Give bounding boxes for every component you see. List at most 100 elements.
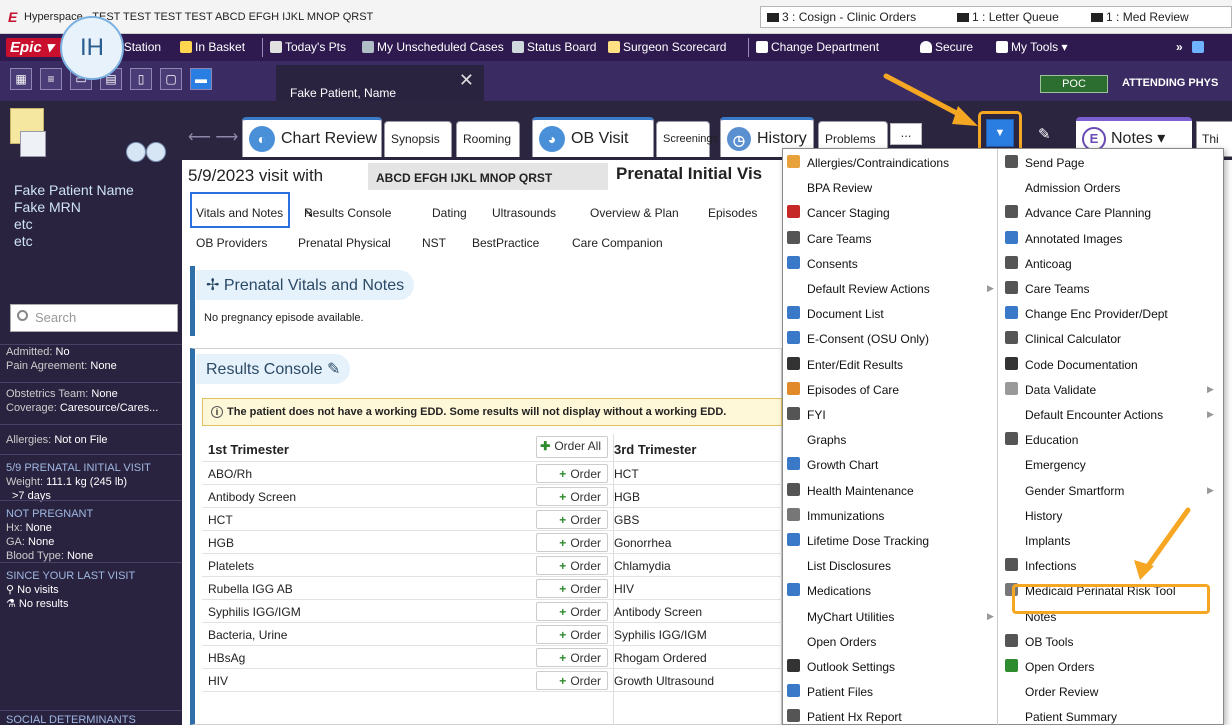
- nav-care-companion[interactable]: Care Companion: [572, 236, 663, 250]
- menu-item-default-review-actions[interactable]: Default Review Actions ▶: [787, 279, 994, 301]
- menu-item-education[interactable]: Education: [1005, 430, 1217, 452]
- inbox-letter-queue[interactable]: 1 : Letter Queue: [957, 10, 1059, 24]
- order-button[interactable]: + Order: [536, 533, 608, 552]
- nav-dating[interactable]: Dating: [432, 206, 467, 220]
- inbox-med-review[interactable]: 1 : Med Review: [1091, 10, 1189, 24]
- menu-item-fyi[interactable]: FYI: [787, 405, 993, 427]
- menu-item-patient-hx-report[interactable]: Patient Hx Report: [787, 707, 993, 725]
- menu-item-enter-edit-results[interactable]: Enter/Edit Results: [787, 355, 993, 377]
- order-all-button[interactable]: ✚ Order All: [536, 436, 608, 458]
- epic-menu-button[interactable]: Epic ▾: [6, 38, 64, 57]
- menu-item-anticoag[interactable]: Anticoag: [1005, 254, 1217, 276]
- tab-ob-visit[interactable]: ◕ OB Visit: [532, 117, 654, 157]
- tab-rooming[interactable]: Rooming: [456, 121, 520, 157]
- menu-item-cancer-staging[interactable]: Cancer Staging: [787, 203, 993, 225]
- allergies-info[interactable]: Allergies: Not on File: [0, 424, 182, 447]
- menu-item-care-teams[interactable]: Care Teams: [1005, 279, 1217, 301]
- nav-ob-providers[interactable]: OB Providers: [196, 236, 267, 250]
- menu-item-data-validate[interactable]: Data Validate ▶: [1005, 380, 1217, 402]
- more-activities-dropdown-button[interactable]: ▼: [986, 119, 1014, 147]
- toolbar-surgeon-scorecard[interactable]: Surgeon Scorecard: [608, 40, 726, 54]
- menu-item-episodes-of-care[interactable]: Episodes of Care: [787, 380, 993, 402]
- toolbar-in-basket[interactable]: In Basket: [180, 40, 245, 54]
- nav-overview-plan[interactable]: Overview & Plan: [590, 206, 679, 220]
- menu-item-open-orders[interactable]: Open Orders: [787, 632, 993, 654]
- nav-vitals-and-notes[interactable]: Vitals and Notes: [196, 206, 283, 220]
- pencil-icon[interactable]: ✎: [327, 361, 340, 378]
- order-button[interactable]: + Order: [536, 671, 608, 690]
- order-button[interactable]: + Order: [536, 487, 608, 506]
- menu-item-admission-orders[interactable]: Admission Orders: [1005, 178, 1217, 200]
- menu-item-immunizations[interactable]: Immunizations: [787, 506, 993, 528]
- chat-icon[interactable]: ▢: [160, 68, 182, 90]
- order-button[interactable]: + Order: [536, 556, 608, 575]
- order-button[interactable]: + Order: [536, 648, 608, 667]
- nav-bestpractice[interactable]: BestPractice: [472, 236, 539, 250]
- menu-item-care-teams[interactable]: Care Teams: [787, 229, 993, 251]
- menu-item-medications[interactable]: Medications: [787, 581, 993, 603]
- wrench-icon[interactable]: ✎: [1038, 125, 1051, 143]
- calendar-icon[interactable]: ▦: [10, 68, 32, 90]
- menu-item-infections[interactable]: Infections: [1005, 556, 1217, 578]
- menu-item-advance-care-planning[interactable]: Advance Care Planning: [1005, 203, 1217, 225]
- menu-item-implants[interactable]: Implants: [1005, 531, 1217, 553]
- order-button[interactable]: + Order: [536, 579, 608, 598]
- menu-item-health-maintenance[interactable]: Health Maintenance: [787, 481, 993, 503]
- menu-item-document-list[interactable]: Document List: [787, 304, 993, 326]
- toolbar-todays-pts[interactable]: Today's Pts: [270, 40, 346, 54]
- sidebar-search-input[interactable]: Search: [10, 304, 178, 332]
- edit-photo-icon[interactable]: [126, 142, 146, 162]
- tab-synopsis[interactable]: Synopsis: [384, 121, 452, 157]
- order-button[interactable]: + Order: [536, 625, 608, 644]
- menu-item-open-orders[interactable]: Open Orders: [1005, 657, 1217, 679]
- toolbar-download-icon[interactable]: [1192, 40, 1207, 54]
- menu-item-send-page[interactable]: Send Page: [1005, 153, 1217, 175]
- toolbar-change-department[interactable]: Change Department: [756, 40, 879, 54]
- nav-nst[interactable]: NST: [422, 236, 446, 250]
- menu-item-order-review[interactable]: Order Review: [1005, 682, 1217, 704]
- menu-item-e-consent-osu-only[interactable]: E-Consent (OSU Only): [787, 329, 993, 351]
- nav-ultrasounds[interactable]: Ultrasounds: [492, 206, 556, 220]
- menu-item-consents[interactable]: Consents: [787, 254, 993, 276]
- toolbar-my-tools[interactable]: My Tools ▾: [996, 40, 1068, 54]
- patient-workspace-tab[interactable]: Fake Patient, Name ✕: [276, 65, 484, 101]
- menu-item-history[interactable]: History: [1005, 506, 1217, 528]
- order-button[interactable]: + Order: [536, 510, 608, 529]
- history-nav-arrows[interactable]: ⟵ ⟶: [188, 127, 238, 147]
- menu-item-allergies-contraindications[interactable]: Allergies/Contraindications: [787, 153, 993, 175]
- toolbar-status-board[interactable]: Status Board: [512, 40, 596, 54]
- menu-item-annotated-images[interactable]: Annotated Images: [1005, 229, 1217, 251]
- menu-item-lifetime-dose-tracking[interactable]: Lifetime Dose Tracking: [787, 531, 993, 553]
- nav-episodes[interactable]: Episodes: [708, 206, 757, 220]
- menu-item-clinical-calculator[interactable]: Clinical Calculator: [1005, 329, 1217, 351]
- avatar[interactable]: IH: [60, 16, 124, 80]
- close-icon[interactable]: ✕: [459, 70, 474, 91]
- list-icon[interactable]: ≡: [40, 68, 62, 90]
- order-button[interactable]: + Order: [536, 602, 608, 621]
- menu-item-list-disclosures[interactable]: List Disclosures: [787, 556, 993, 578]
- toolbar-secure[interactable]: Secure: [920, 40, 973, 54]
- social-determinants[interactable]: SOCIAL DETERMINANTS: [0, 710, 182, 725]
- menu-item-growth-chart[interactable]: Growth Chart: [787, 455, 993, 477]
- menu-item-patient-files[interactable]: Patient Files: [787, 682, 993, 704]
- menu-item-bpa-review[interactable]: BPA Review: [787, 178, 993, 200]
- share-icon[interactable]: [146, 142, 166, 162]
- toolbar-unscheduled-cases[interactable]: My Unscheduled Cases: [362, 40, 504, 54]
- order-button[interactable]: + Order: [536, 464, 608, 483]
- menu-item-mychart-utilities[interactable]: MyChart Utilities ▶: [787, 607, 994, 629]
- menu-item-code-documentation[interactable]: Code Documentation: [1005, 355, 1217, 377]
- menu-item-emergency[interactable]: Emergency: [1005, 455, 1217, 477]
- more-tabs-button[interactable]: ...: [890, 123, 922, 145]
- menu-item-ob-tools[interactable]: OB Tools: [1005, 632, 1217, 654]
- menu-item-gender-smartform[interactable]: Gender Smartform ▶: [1005, 481, 1217, 503]
- menu-item-outlook-settings[interactable]: Outlook Settings: [787, 657, 993, 679]
- tab-screenings[interactable]: Screenings: [656, 121, 718, 157]
- menu-item-patient-summary[interactable]: Patient Summary: [1005, 707, 1217, 725]
- inbox-cosign[interactable]: 3 : Cosign - Clinic Orders: [767, 10, 916, 24]
- print-icon[interactable]: ▯: [130, 68, 152, 90]
- menu-item-change-enc-provider-dept[interactable]: Change Enc Provider/Dept: [1005, 304, 1217, 326]
- menu-item-graphs[interactable]: Graphs: [787, 430, 993, 452]
- toolbar-overflow-icon[interactable]: »: [1176, 40, 1183, 54]
- message-icon[interactable]: ▬: [190, 68, 212, 90]
- nav-prenatal-physical[interactable]: Prenatal Physical: [298, 236, 391, 250]
